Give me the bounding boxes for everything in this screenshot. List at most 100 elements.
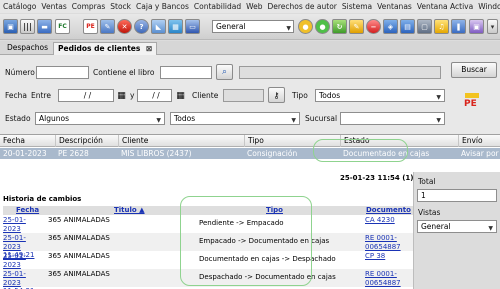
help-icon[interactable]: ? xyxy=(134,19,149,34)
menu-ventas[interactable]: Ventas xyxy=(38,0,68,12)
save-icon[interactable]: ▣ xyxy=(3,19,18,34)
filter-panel: Número Contiene el libro ⌕ Buscar Fecha … xyxy=(0,55,500,134)
column-header-cliente[interactable]: Cliente xyxy=(118,135,148,147)
barcode-icon[interactable]: ||| xyxy=(20,19,35,34)
window-icon[interactable]: ▢ xyxy=(417,19,432,34)
layout-select[interactable]: General ▼ xyxy=(212,20,294,33)
monitor-icon[interactable]: ▭ xyxy=(185,19,200,34)
column-header-descripcion[interactable]: Descripción xyxy=(55,135,103,147)
history-timestamp: 25-01-23 11:54 (1) xyxy=(340,174,414,182)
table-row[interactable]: 25-01-2023 11:47:44 365 ANIMALADAS Pendi… xyxy=(3,215,413,241)
fc-document-icon[interactable]: FC xyxy=(55,19,70,34)
grid-icon[interactable]: ▦ xyxy=(168,19,183,34)
chevron-down-icon: ▼ xyxy=(436,94,441,101)
table-row[interactable]: 25-01-2023 11:49:21 365 ANIMALADAS Empac… xyxy=(3,233,413,259)
column-header-fecha[interactable]: Fecha xyxy=(16,206,39,214)
column-header-fecha[interactable]: Fecha xyxy=(0,135,25,147)
menu-ventanas[interactable]: Ventanas xyxy=(374,0,414,12)
tools-icon[interactable]: ✎ xyxy=(100,19,115,34)
table-row[interactable]: 25-01-2023 11:52:45 365 ANIMALADAS Docum… xyxy=(3,251,413,277)
history-documento[interactable]: CA 4230 xyxy=(365,216,411,225)
numero-label: Número xyxy=(5,68,35,77)
circle-icon[interactable]: ● xyxy=(298,19,313,34)
search-cliente-button[interactable]: ⚷ xyxy=(268,87,285,103)
chevron-down-icon: ▼ xyxy=(156,117,161,124)
cell-envio: Avisar por xyxy=(461,149,499,158)
history-tipo: Empacado -> Documentado en cajas xyxy=(199,237,330,245)
menu-derechos-autor[interactable]: Derechos de autor xyxy=(264,0,338,12)
history-tipo: Despachado -> Documentado en cajas xyxy=(199,273,336,281)
buscar-button[interactable]: Buscar xyxy=(451,62,497,78)
menu-sistema[interactable]: Sistema xyxy=(339,0,374,12)
column-header-titulo[interactable]: Titulo ▲ xyxy=(114,206,145,214)
cell-estado: Documentado en cajas xyxy=(343,149,430,158)
minus-circle-icon[interactable]: − xyxy=(366,19,381,34)
history-titulo: 365 ANIMALADAS xyxy=(48,270,110,278)
chart-icon[interactable]: ◣ xyxy=(151,19,166,34)
estado-select[interactable]: Algunos ▼ xyxy=(35,112,165,125)
menu-web[interactable]: Web xyxy=(243,0,264,12)
libro-input[interactable] xyxy=(160,66,212,79)
chevron-down-icon[interactable]: ▾ xyxy=(487,19,498,34)
history-documento[interactable]: CP 38 xyxy=(365,252,411,261)
date-from-input[interactable]: / / xyxy=(58,89,114,102)
vistas-select[interactable]: General ▼ xyxy=(417,220,497,233)
history-documento[interactable]: RE 0001-00654887 xyxy=(365,234,411,251)
menu-bar: Catálogo Ventas Compras Stock Caja y Bancos C… xyxy=(0,0,500,13)
truck-icon[interactable]: ▬ xyxy=(37,19,52,34)
vistas-label: Vistas xyxy=(418,208,441,217)
history-tipo: Documentado en cajas -> Despachado xyxy=(199,255,336,263)
column-header-tipo[interactable]: Tipo xyxy=(244,135,264,147)
column-header-documento[interactable]: Documento xyxy=(366,206,411,214)
cell-fecha: 20-01-2023 xyxy=(3,149,47,158)
book-icon[interactable]: ❚ xyxy=(451,19,466,34)
search-book-button[interactable]: ⌕ xyxy=(216,64,233,80)
estado-filter-select[interactable]: Todos ▼ xyxy=(170,112,300,125)
chevron-down-icon: ▼ xyxy=(488,225,493,232)
pe-document-icon[interactable]: PE xyxy=(464,93,484,111)
table-row[interactable]: 20-01-2023 PE 2628 MIS LIBROS (2437) Con… xyxy=(0,148,500,159)
image-icon[interactable]: ▤ xyxy=(400,19,415,34)
column-header-tipo[interactable]: Tipo xyxy=(266,206,283,214)
cell-tipo: Consignación xyxy=(247,149,298,158)
circle-icon[interactable]: ● xyxy=(315,19,330,34)
menu-catalogo[interactable]: Catálogo xyxy=(0,0,38,12)
refresh-icon[interactable]: ↻ xyxy=(332,19,347,34)
menu-compras[interactable]: Compras xyxy=(69,0,107,12)
close-icon[interactable]: ✕ xyxy=(117,19,132,34)
cliente-input[interactable] xyxy=(223,89,264,102)
date-to-input[interactable]: / / xyxy=(137,89,172,102)
calendar-icon[interactable]: ▦ xyxy=(115,89,128,102)
cliente-label: Cliente xyxy=(192,91,219,100)
history-tipo: Pendiente -> Empacado xyxy=(199,219,284,227)
palette-icon[interactable]: ◈ xyxy=(383,19,398,34)
tab-pedidos-clientes[interactable]: Pedidos de clientes ⊠ xyxy=(53,42,158,55)
bell-icon[interactable]: ♫ xyxy=(434,19,449,34)
table-row[interactable]: 25-01-2023 11:54:21 365 ANIMALADAS Despa… xyxy=(3,269,413,289)
edit-icon[interactable]: ✎ xyxy=(349,19,364,34)
contiene-libro-label: Contiene el libro xyxy=(93,68,155,77)
y-label: y xyxy=(130,91,135,100)
menu-contabilidad[interactable]: Contabilidad xyxy=(191,0,243,12)
history-fecha[interactable]: 25-01-2023 11:54:21 xyxy=(3,270,43,289)
window-icon[interactable]: ▣ xyxy=(469,19,484,34)
history-documento[interactable]: RE 0001-00654887 xyxy=(365,270,411,287)
menu-ventana-activa[interactable]: Ventana Activa xyxy=(414,0,475,12)
pe-document-icon[interactable]: PE xyxy=(83,19,98,34)
side-panel: Total 1 Vistas General ▼ xyxy=(413,172,500,289)
tipo-select[interactable]: Todos ▼ xyxy=(315,89,445,102)
menu-stock[interactable]: Stock xyxy=(107,0,133,12)
tab-despachos[interactable]: Despachos xyxy=(3,42,52,55)
menu-caja-bancos[interactable]: Caja y Bancos xyxy=(133,0,191,12)
column-header-estado[interactable]: Estado xyxy=(340,135,370,147)
numero-input[interactable] xyxy=(36,66,89,79)
total-field: 1 xyxy=(417,189,497,202)
magnifier-icon: ⌕ xyxy=(221,67,228,77)
estado-label: Estado xyxy=(5,114,31,123)
menu-window[interactable]: Window xyxy=(475,0,500,12)
calendar-icon[interactable]: ▦ xyxy=(174,89,187,102)
tab-label: Pedidos de clientes xyxy=(58,44,141,53)
sucursal-select[interactable]: ▼ xyxy=(340,112,445,125)
column-header-envio[interactable]: Envío xyxy=(458,135,483,147)
close-icon[interactable]: ⊠ xyxy=(146,44,152,53)
